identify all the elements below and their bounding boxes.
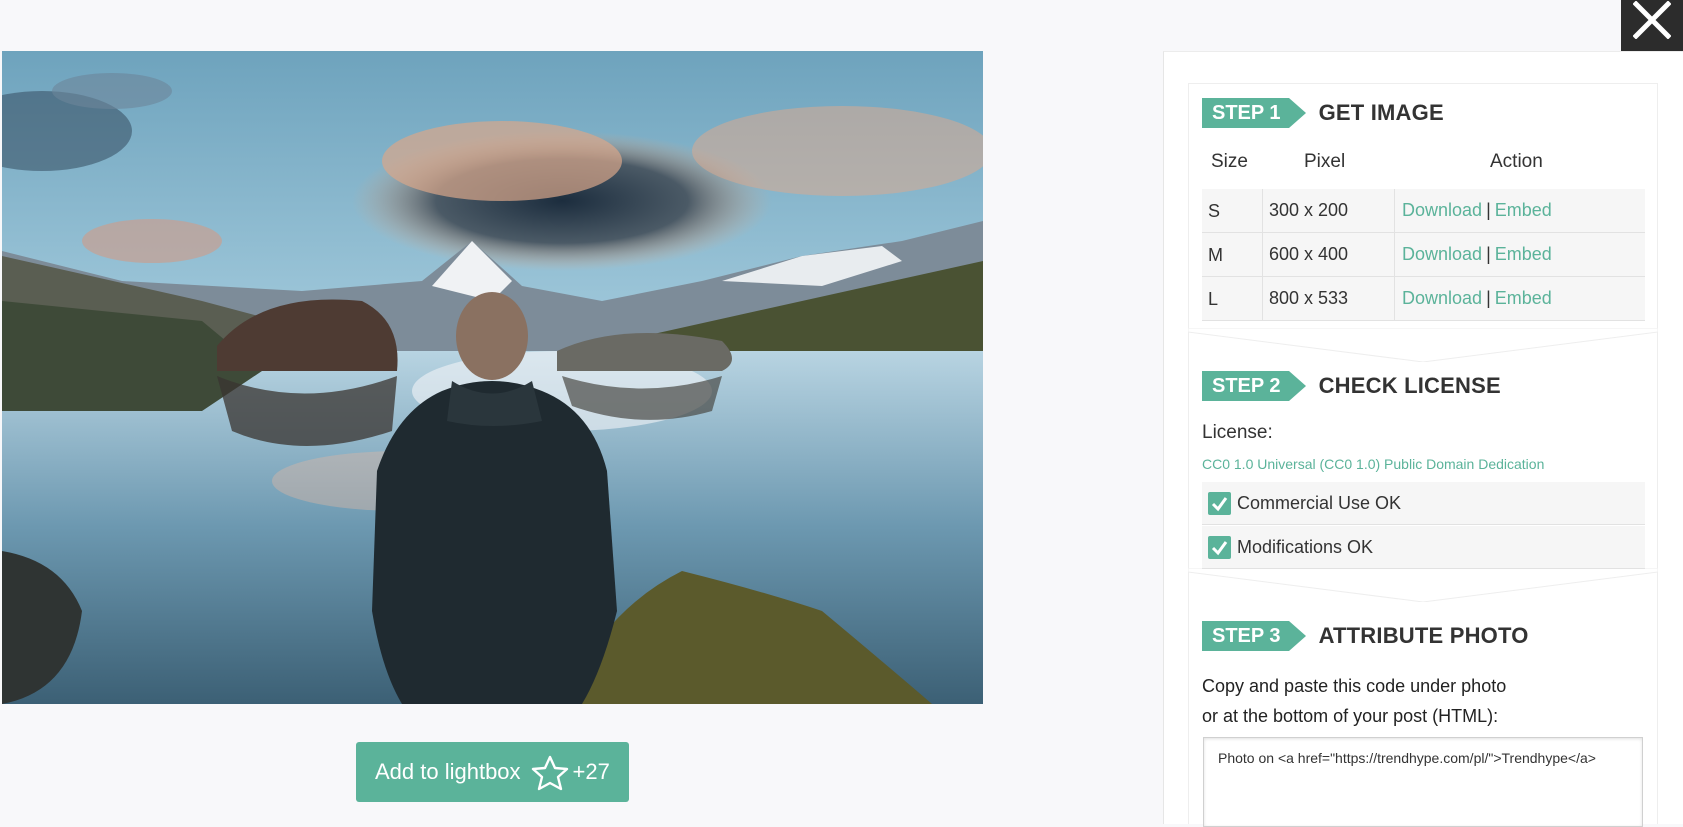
link-separator: |: [1486, 244, 1491, 264]
download-link[interactable]: Download: [1402, 200, 1482, 220]
checkmark-icon: [1208, 491, 1231, 515]
step1-title: GET IMAGE: [1318, 100, 1444, 125]
license-check-item: Commercial Use OK: [1202, 482, 1645, 525]
step3-header: STEP 3 ATTRIBUTE PHOTO: [1202, 621, 1529, 651]
action-cell: Download | Embed: [1394, 233, 1552, 276]
attribution-code-field[interactable]: Photo on <a href="https://trendhype.com/…: [1203, 737, 1643, 827]
close-icon: [1633, 1, 1671, 39]
step3-title: ATTRIBUTE PHOTO: [1318, 623, 1529, 648]
link-separator: |: [1486, 200, 1491, 220]
pixel-header: Pixel: [1304, 151, 1346, 172]
embed-link[interactable]: Embed: [1495, 200, 1552, 220]
size-cell: M: [1208, 245, 1223, 265]
link-separator: |: [1486, 288, 1491, 308]
action-header: Action: [1490, 151, 1543, 172]
check-label: Modifications OK: [1237, 536, 1374, 557]
pixel-cell: 800 x 533: [1262, 277, 1401, 320]
attribution-instructions: Copy and paste this code under photo or …: [1202, 671, 1506, 731]
preview-photo: [2, 51, 983, 704]
instruction-line: Copy and paste this code under photo: [1202, 676, 1507, 696]
lightbox-count: +27: [572, 759, 610, 784]
step-divider: [1188, 328, 1658, 362]
license-link[interactable]: CC0 1.0 Universal (CC0 1.0) Public Domai…: [1202, 456, 1544, 472]
license-label: License:: [1202, 422, 1273, 443]
download-link[interactable]: Download: [1402, 288, 1482, 308]
step2-tag: STEP 2: [1202, 371, 1306, 401]
pixel-cell: 600 x 400: [1262, 233, 1401, 276]
table-row: S 300 x 200 Download | Embed: [1202, 189, 1645, 233]
checkmark-icon: [1208, 535, 1231, 559]
embed-link[interactable]: Embed: [1495, 288, 1552, 308]
step2-title: CHECK LICENSE: [1318, 373, 1501, 398]
step-divider: [1188, 568, 1658, 602]
size-cell: S: [1208, 201, 1221, 221]
size-header: Size: [1211, 151, 1248, 172]
add-to-lightbox-button[interactable]: Add to lightbox +27: [356, 742, 629, 802]
check-label: Commercial Use OK: [1237, 492, 1402, 513]
action-cell: Download | Embed: [1394, 277, 1552, 320]
table-row: M 600 x 400 Download | Embed: [1202, 233, 1645, 277]
size-cell: L: [1208, 289, 1219, 309]
star-outline-icon: [531, 755, 568, 791]
step3-tag: STEP 3: [1202, 621, 1306, 651]
pixel-cell: 300 x 200: [1262, 189, 1401, 232]
instruction-line: or at the bottom of your post (HTML):: [1202, 706, 1499, 726]
step1-header: STEP 1 GET IMAGE: [1202, 98, 1444, 128]
step2-header: STEP 2 CHECK LICENSE: [1202, 371, 1501, 401]
table-row: L 800 x 533 Download | Embed: [1202, 277, 1645, 321]
lightbox-label: Add to lightbox: [375, 759, 521, 784]
action-cell: Download | Embed: [1394, 189, 1552, 232]
download-link[interactable]: Download: [1402, 244, 1482, 264]
license-check-item: Modifications OK: [1202, 526, 1645, 569]
step1-tag: STEP 1: [1202, 98, 1306, 128]
embed-link[interactable]: Embed: [1495, 244, 1552, 264]
close-button[interactable]: [1621, 0, 1683, 51]
